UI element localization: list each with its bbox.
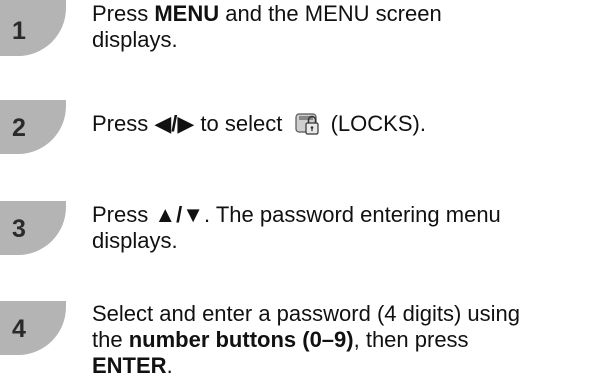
step-text-part: the [92, 327, 129, 352]
step-text-part: . The password entering menu [204, 202, 501, 227]
step-text-part: to select [194, 111, 289, 136]
step-text-part: Press [92, 111, 155, 136]
step-text-part: Select and enter a password (4 digits) u… [92, 301, 521, 326]
step-number-badge: 2 [0, 100, 66, 154]
step-text-part: (LOCKS). [324, 111, 426, 136]
step-number-badge: 4 [0, 301, 66, 355]
lock-icon [294, 111, 320, 141]
step-number: 2 [12, 114, 26, 142]
step-text-part: . [166, 353, 173, 378]
step-number: 1 [12, 17, 26, 45]
step-number: 4 [12, 315, 26, 343]
number-buttons-label: number buttons (0–9) [128, 327, 354, 352]
step-text: Press ▲/▼. The password entering menu di… [92, 202, 611, 254]
step-number-badge: 3 [0, 201, 66, 255]
left-right-arrows: ◀/▶ [154, 111, 195, 136]
enter-key-label: ENTER [92, 353, 167, 378]
step-text-part: displays. [92, 228, 178, 253]
step-text: Press ◀/▶ to select (LOCKS). [92, 111, 611, 141]
step-text-part: and the MENU screen [219, 1, 442, 26]
step-text: Press MENU and the MENU screen displays. [92, 1, 611, 53]
step-text-part: , then press [353, 327, 469, 352]
step-text-part: Press [92, 1, 155, 26]
menu-key-label: MENU [154, 1, 220, 26]
step-number-badge: 1 [0, 0, 66, 56]
step-text-part: Press [92, 202, 155, 227]
step-text: Select and enter a password (4 digits) u… [92, 301, 611, 379]
step-number: 3 [12, 215, 26, 243]
step-text-part: displays. [92, 27, 178, 52]
up-down-arrows: ▲/▼ [154, 202, 205, 227]
